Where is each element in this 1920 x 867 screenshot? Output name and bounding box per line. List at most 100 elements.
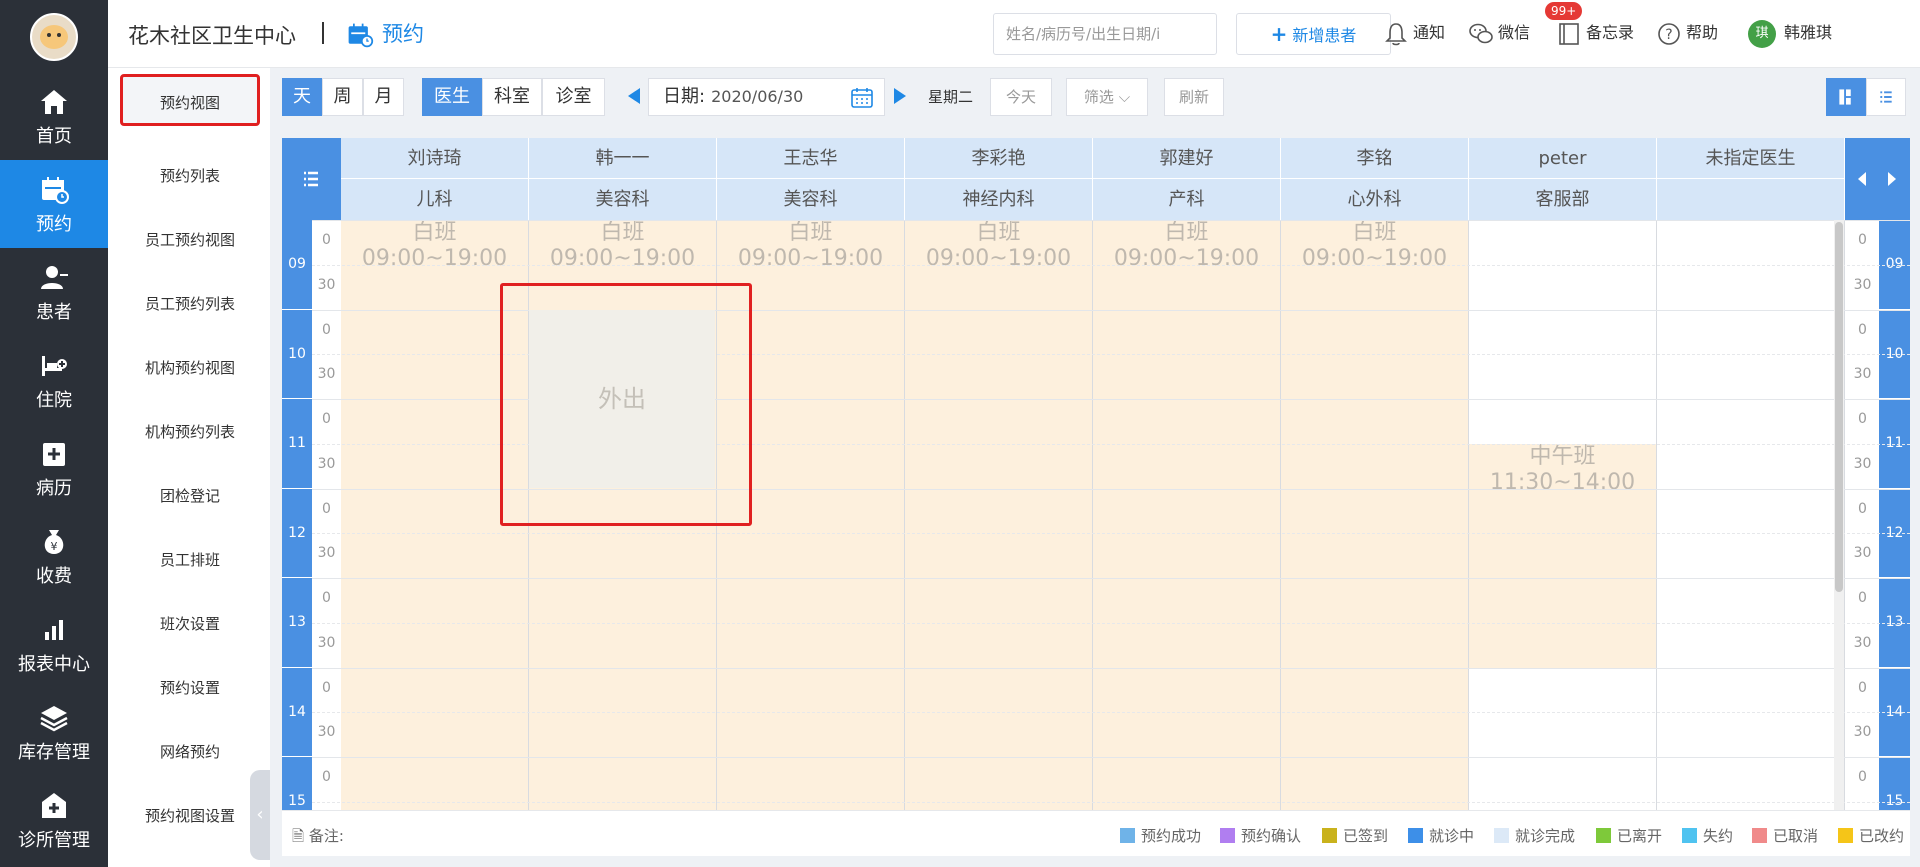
grid-line xyxy=(312,220,1910,221)
minute-label: 0 xyxy=(322,590,331,606)
date-picker[interactable]: 日期: 2020/06/30 xyxy=(648,78,885,116)
legend-label: 失约 xyxy=(1703,827,1734,845)
subnav-shift-settings[interactable]: 班次设置 xyxy=(120,598,260,650)
plus-icon: + xyxy=(1270,22,1288,46)
list-view-button[interactable] xyxy=(1866,78,1906,116)
notify-button[interactable]: 通知 xyxy=(1383,18,1445,48)
group-doctor-button[interactable]: 医生 xyxy=(422,78,482,116)
refresh-button[interactable]: 刷新 xyxy=(1164,78,1224,116)
doctor-header[interactable]: 未指定医生 xyxy=(1657,138,1845,220)
legend-item: 失约 xyxy=(1682,825,1733,846)
minute-label: 0 xyxy=(1858,411,1867,427)
doctor-header[interactable]: 韩一一 美容科 xyxy=(529,138,717,220)
legend-item: 预约确认 xyxy=(1220,825,1301,846)
subnav-staff-schedule[interactable]: 员工排班 xyxy=(120,534,260,586)
user-menu[interactable]: 琪韩雅琪 xyxy=(1748,18,1832,48)
doctor-header[interactable]: 李铭 心外科 xyxy=(1281,138,1469,220)
subnav-staff-appointment-view[interactable]: 员工预约视图 xyxy=(120,214,260,266)
nav-item-patients[interactable]: 患者 xyxy=(0,248,108,336)
bed-icon xyxy=(42,356,67,376)
collapse-sidebar-button[interactable]: ‹ xyxy=(250,770,270,860)
calendar-icon xyxy=(851,88,873,108)
doctor-header[interactable]: peter 客服部 xyxy=(1469,138,1657,220)
doctor-header[interactable]: 郭建好 产科 xyxy=(1093,138,1281,220)
subnav-org-appointment-view[interactable]: 机构预约视图 xyxy=(120,342,260,394)
subnav-appointment-settings[interactable]: 预约设置 xyxy=(120,662,260,714)
doctor-header[interactable]: 刘诗琦 儿科 xyxy=(341,138,529,220)
subnav-staff-appointment-list[interactable]: 员工预约列表 xyxy=(120,278,260,330)
top-header: 花木社区卫生中心 预约 姓名/病历号/出生日期/i + 新增患者 通知 99+ … xyxy=(108,0,1920,68)
doctor-header[interactable]: 李彩艳 神经内科 xyxy=(905,138,1093,220)
wechat-button[interactable]: 微信 xyxy=(1468,18,1530,48)
column-menu-button[interactable] xyxy=(282,138,341,220)
scroll-left-icon[interactable] xyxy=(1858,172,1866,186)
today-button[interactable]: 今天 xyxy=(990,78,1052,116)
nav-item-appointment[interactable]: 预约 xyxy=(0,160,108,248)
nav-item-reports[interactable]: 报表中心 xyxy=(0,600,108,688)
view-day-button[interactable]: 天 xyxy=(282,78,322,116)
noon-shift-block[interactable]: 中午班 11:30~14:00 xyxy=(1469,443,1656,668)
prev-day-button[interactable] xyxy=(628,88,640,104)
legend-item: 就诊完成 xyxy=(1494,825,1575,846)
doctor-column[interactable] xyxy=(1657,220,1845,810)
doctor-header[interactable]: 王志华 美容科 xyxy=(717,138,905,220)
group-dept-button[interactable]: 科室 xyxy=(482,78,542,116)
hour-label: 10 xyxy=(282,309,312,399)
subnav-group-checkup[interactable]: 团检登记 xyxy=(120,470,260,522)
scroll-right-icon[interactable] xyxy=(1888,172,1896,186)
legend-swatch xyxy=(1220,828,1235,843)
doctor-column[interactable]: 中午班 11:30~14:00 xyxy=(1469,220,1657,810)
minute-label: 30 xyxy=(317,366,336,383)
search-input[interactable]: 姓名/病历号/出生日期/i xyxy=(993,13,1217,55)
avatar[interactable] xyxy=(30,13,78,61)
highlight-box xyxy=(500,283,752,526)
doctor-name: 王志华 xyxy=(717,138,904,179)
memo-button[interactable]: 备忘录 xyxy=(1556,18,1634,48)
shift-name: 白班 xyxy=(412,220,457,245)
minute-label: 30 xyxy=(1853,366,1872,383)
doctor-name: 李彩艳 xyxy=(905,138,1092,179)
doctor-dept: 客服部 xyxy=(1535,189,1590,210)
doctor-column[interactable]: 白班 09:00~19:00 xyxy=(1093,220,1281,810)
nav-item-inventory[interactable]: 库存管理 xyxy=(0,688,108,776)
next-day-button[interactable] xyxy=(894,88,906,104)
subnav-view-settings[interactable]: 预约视图设置 xyxy=(120,790,260,842)
legend-label: 就诊完成 xyxy=(1515,827,1576,845)
day-shift-block[interactable]: 白班 09:00~19:00 xyxy=(1093,220,1280,810)
nav-item-billing[interactable]: ¥ 收费 xyxy=(0,512,108,600)
legend-item: 已改约 xyxy=(1838,825,1904,846)
minute-label: 0 xyxy=(1858,232,1867,248)
nav-item-records[interactable]: 病历 xyxy=(0,424,108,512)
grid-view-button[interactable] xyxy=(1826,78,1866,116)
add-patient-button[interactable]: + 新增患者 xyxy=(1236,13,1391,55)
legend-swatch xyxy=(1322,828,1337,843)
minute-label: 30 xyxy=(317,455,336,472)
subnav-appointment-list[interactable]: 预约列表 xyxy=(120,150,260,202)
help-button[interactable]: ? 帮助 xyxy=(1656,18,1718,48)
nav-item-clinic-admin[interactable]: 诊所管理 xyxy=(0,776,108,864)
minute-label: 30 xyxy=(1853,455,1872,472)
view-week-button[interactable]: 周 xyxy=(322,78,363,116)
hour-label: 14 xyxy=(282,667,312,757)
hour-label: 11 xyxy=(282,399,312,489)
doctor-column[interactable]: 白班 09:00~19:00 xyxy=(905,220,1093,810)
legend-label: 就诊中 xyxy=(1429,827,1475,845)
nav-item-inpatient[interactable]: 住院 xyxy=(0,336,108,424)
nav-item-home[interactable]: 首页 xyxy=(0,72,108,160)
clinic-name: 花木社区卫生中心 xyxy=(128,24,296,48)
doctor-column[interactable]: 白班 09:00~19:00 xyxy=(1281,220,1469,810)
shift-time: 09:00~19:00 xyxy=(1113,246,1260,271)
subnav-org-appointment-list[interactable]: 机构预约列表 xyxy=(120,406,260,458)
subnav-online-appointment[interactable]: 网络预约 xyxy=(120,726,260,778)
group-room-button[interactable]: 诊室 xyxy=(542,78,605,116)
hour-label: 15 xyxy=(282,757,312,810)
day-shift-block[interactable]: 白班 09:00~19:00 xyxy=(905,220,1092,810)
doctor-name: 韩一一 xyxy=(529,138,716,179)
subnav-appointment-view[interactable]: 预约视图 xyxy=(120,74,260,126)
vertical-scrollbar[interactable] xyxy=(1834,220,1844,810)
shift-time: 09:00~19:00 xyxy=(1301,246,1448,271)
shift-time: 09:00~19:00 xyxy=(361,246,508,271)
filter-button[interactable]: 筛选 ⌵ xyxy=(1066,78,1148,116)
day-shift-block[interactable]: 白班 09:00~19:00 xyxy=(1281,220,1468,810)
view-month-button[interactable]: 月 xyxy=(363,78,404,116)
